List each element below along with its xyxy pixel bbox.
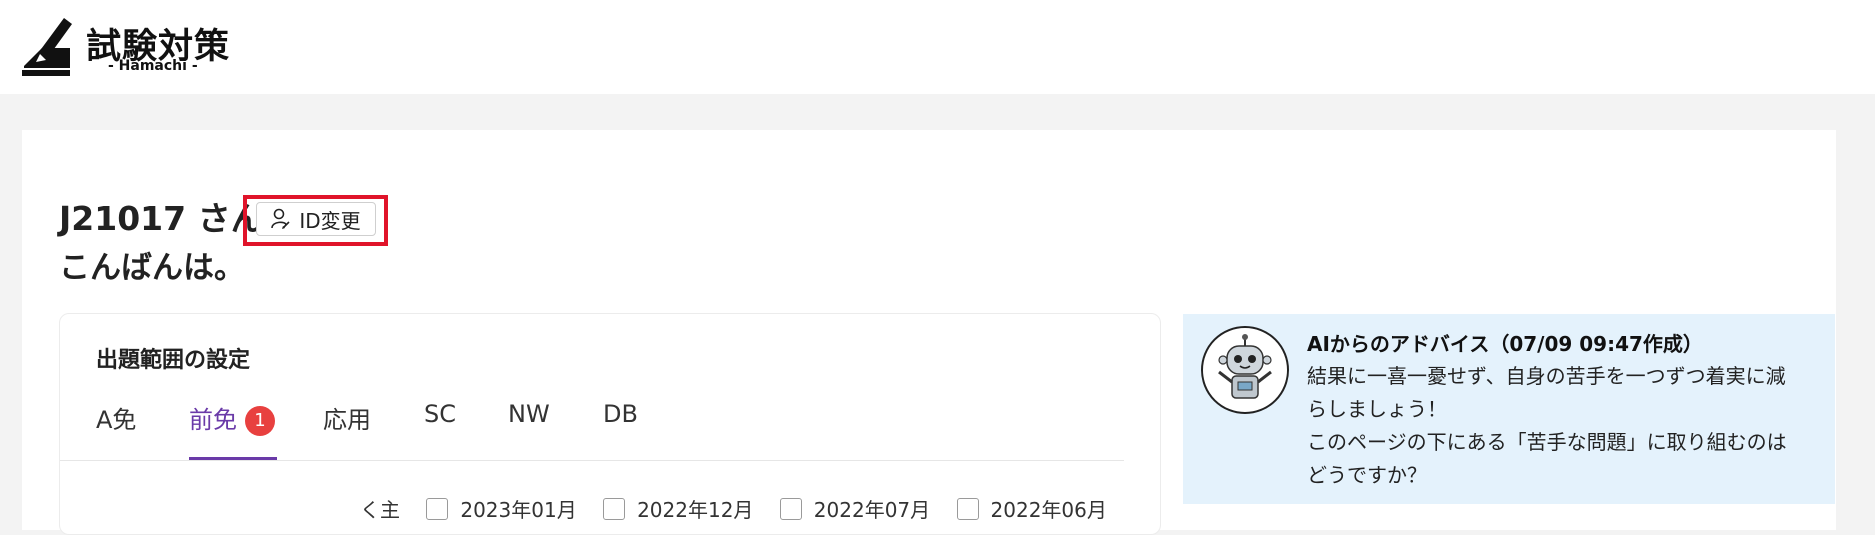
exam-date-checkbox[interactable] [603,498,626,520]
app-logo[interactable]: 試験対策 - Hamachi - [22,16,232,80]
tab-nw[interactable]: NW [508,400,550,428]
tab-label: A免 [96,406,137,434]
tab-sc[interactable]: SC [424,400,456,428]
exam-date-checkbox[interactable] [956,498,979,520]
settings-title: 出題範囲の設定 [96,348,251,373]
tab-zen-men[interactable]: 前免 1 [189,400,275,436]
id-change-label: ID変更 [299,208,361,233]
advice-title: AIからのアドバイス（07/09 09:47作成） [1307,332,1703,356]
user-edit-icon [271,208,290,229]
tab-ouyou[interactable]: 応用 [323,400,371,435]
exam-date-label: 2022年07月 [813,498,931,522]
tab-a-men[interactable]: A免 [96,400,136,435]
tab-label: 前免 [189,406,237,434]
tab-label: 応用 [323,406,371,434]
exam-date-checkbox[interactable] [426,498,449,520]
row-label: く主 [360,498,400,522]
advice-line: 結果に一喜一憂せず、自身の苦手を一つずつ着実に減 [1307,364,1786,388]
top-bar: 試験対策 - Hamachi - [0,0,1875,94]
exam-date-label: 2023年01月 [460,498,577,522]
robot-avatar-icon [1201,326,1289,414]
advice-body: 結果に一喜一憂せず、自身の苦手を一つずつ着実に減 らしましょう！ このページの下… [1307,360,1827,492]
id-change-button[interactable]: ID変更 [256,202,376,236]
logo-subtitle: - Hamachi - [108,58,198,74]
advice-line: どうですか？ [1307,463,1427,487]
exam-date-checkbox-row: く主 2023年01月 2022年12月 2022年07月 2022年06月 [360,494,1107,524]
tab-db[interactable]: DB [603,400,638,428]
tab-label: NW [508,400,550,428]
user-greeting-name: J21017 さん [59,199,264,238]
exam-date-label: 2022年12月 [637,498,754,522]
tabs-divider [60,460,1124,461]
notification-badge: 1 [245,406,275,436]
exam-date-label: 2022年06月 [990,498,1107,522]
tab-label: SC [424,400,456,428]
advice-line: このページの下にある「苦手な問題」に取り組むのは [1307,430,1787,454]
greeting-message: こんばんは。 [59,250,245,286]
advice-line: らしましょう！ [1307,397,1447,421]
tab-label: DB [603,400,638,428]
pencil-logo-icon [22,18,72,76]
exam-date-checkbox[interactable] [779,498,802,520]
